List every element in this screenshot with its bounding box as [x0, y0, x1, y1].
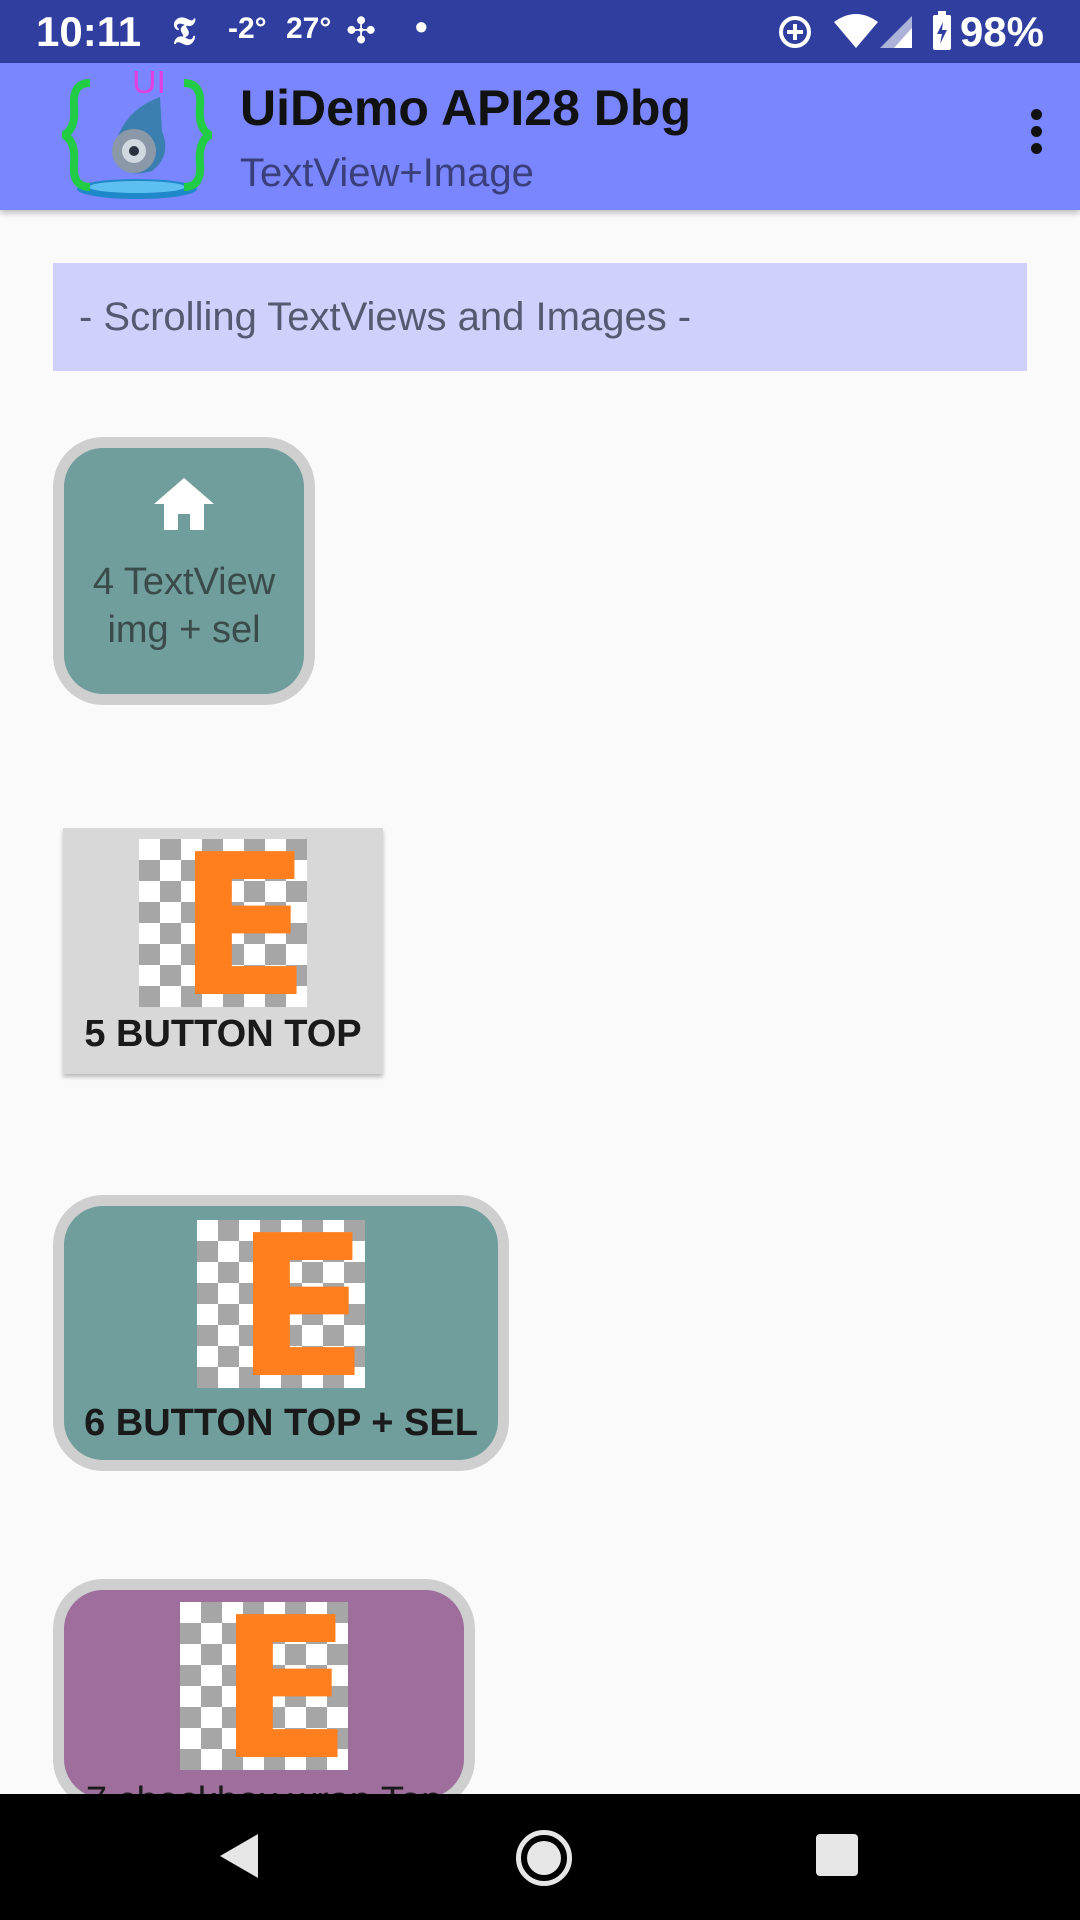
battery-percent: 98% — [959, 8, 1044, 55]
svg-text:UI: UI — [132, 71, 166, 101]
section-header: - Scrolling TextViews and Images - — [53, 263, 1027, 371]
news-icon: 𝕿 — [172, 8, 196, 53]
notification-dot-icon: • — [415, 6, 428, 47]
letter-e-image: E — [197, 1220, 365, 1388]
button-top-select[interactable]: E 6 BUTTON TOP + SEL — [53, 1195, 509, 1471]
recents-icon[interactable] — [816, 1834, 858, 1876]
home-icon — [154, 478, 214, 530]
status-bar: 10:11 𝕿 -2° 27° ✣ • 98% — [0, 0, 1080, 63]
overflow-menu-button[interactable] — [1016, 103, 1056, 173]
pinwheel-icon: ✣ — [346, 10, 377, 51]
app-bar: UI UiDemo API28 Dbg TextView+Image — [0, 63, 1080, 210]
back-icon[interactable] — [216, 1832, 260, 1880]
textview-label: 4 TextView img + sel — [92, 561, 276, 651]
temp-high: 27° — [286, 12, 332, 45]
checkbox-wrap-top[interactable]: E 7 checkbox wrap Top — [53, 1579, 475, 1822]
more-vert-icon — [1030, 109, 1042, 120]
button-top-label: 5 BUTTON TOP — [84, 1013, 362, 1055]
navigation-bar — [0, 1794, 1080, 1920]
temp-low: -2° — [228, 12, 267, 45]
app-logo-icon: UI — [62, 71, 212, 199]
data-saver-icon — [779, 16, 811, 48]
app-title: UiDemo API28 Dbg — [240, 80, 692, 136]
letter-e-image: E — [180, 1602, 348, 1770]
signal-icon — [880, 16, 912, 48]
textview-image-select-button[interactable]: 4 TextView img + sel — [53, 437, 315, 705]
home-nav-icon[interactable] — [516, 1830, 572, 1886]
battery-icon — [933, 11, 951, 50]
wifi-icon — [834, 14, 878, 48]
letter-e-image: E — [139, 839, 307, 1007]
button-top-select-label: 6 BUTTON TOP + SEL — [84, 1402, 478, 1444]
status-time: 10:11 — [36, 8, 142, 55]
button-top[interactable]: E 5 BUTTON TOP — [63, 828, 383, 1074]
app-subtitle: TextView+Image — [240, 151, 534, 195]
section-header-text: - Scrolling TextViews and Images - — [79, 295, 692, 339]
